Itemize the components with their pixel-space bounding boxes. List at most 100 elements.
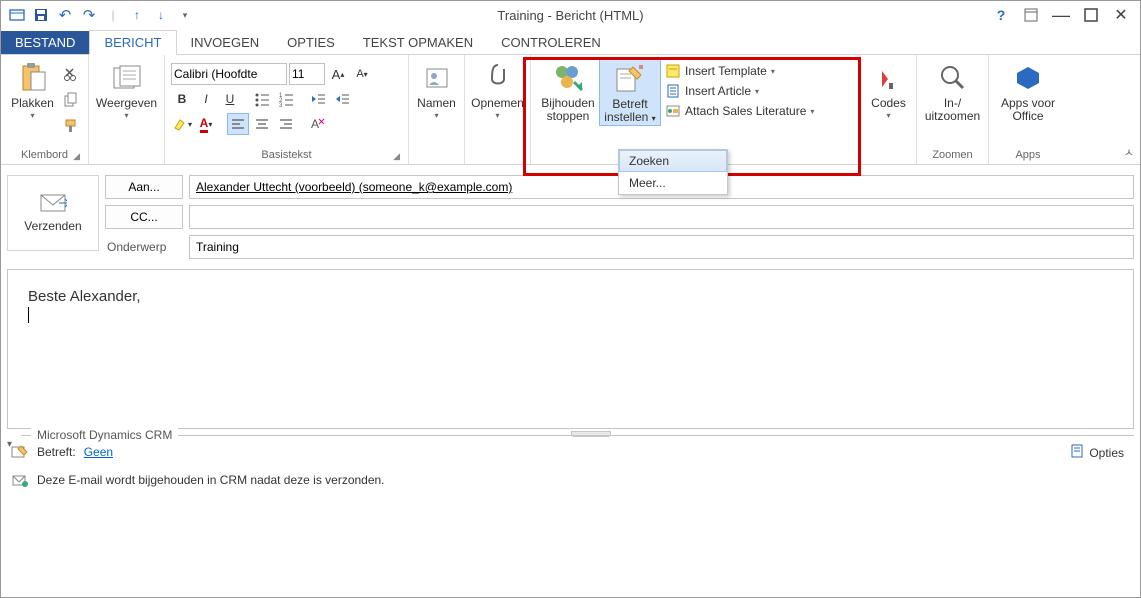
include-label: Opnemen <box>471 97 524 110</box>
codes-button[interactable]: Codes ▾ <box>867 57 910 120</box>
title-bar: ↶ ↷ | ↑ ↓ ▾ Training - Bericht (HTML) ? … <box>1 1 1140 29</box>
crm-options-button[interactable]: Opties <box>1069 443 1124 462</box>
crm-pane: ▾ Microsoft Dynamics CRM Betreft: Geen O… <box>7 435 1134 492</box>
next-item-icon[interactable]: ↓ <box>153 7 169 23</box>
show-button[interactable]: Weergeven ▾ <box>95 57 158 120</box>
window-title: Training - Bericht (HTML) <box>497 8 643 23</box>
to-button[interactable]: Aan... <box>105 175 183 199</box>
subject-field[interactable] <box>189 235 1134 259</box>
insert-article-label: Insert Article <box>685 84 751 98</box>
qat-customize-icon[interactable]: ▾ <box>177 7 193 23</box>
align-right-icon[interactable] <box>275 113 297 135</box>
tracking-status-text: Deze E-mail wordt bijgehouden in CRM nad… <box>37 473 385 487</box>
names-button[interactable]: Namen ▾ <box>415 57 458 120</box>
track-stop-label: Bijhouden stoppen <box>537 97 599 123</box>
group-label-apps: Apps <box>995 147 1061 164</box>
help-icon[interactable]: ? <box>992 6 1010 24</box>
chevron-down-icon[interactable]: ▾ <box>30 111 34 120</box>
align-left-icon[interactable] <box>227 113 249 135</box>
body-line-1: Beste Alexander, <box>28 288 1113 305</box>
tab-review[interactable]: CONTROLEREN <box>487 31 615 54</box>
paste-label: Plakken <box>11 97 54 110</box>
insert-template-button[interactable]: Insert Template ▾ <box>661 61 818 81</box>
names-label: Namen <box>417 97 456 110</box>
pane-collapse-icon[interactable]: ▾ <box>7 439 12 450</box>
apps-button[interactable]: Apps voor Office <box>995 57 1061 123</box>
send-label: Verzenden <box>24 219 81 233</box>
increase-indent-icon[interactable] <box>331 88 353 110</box>
set-regarding-button[interactable]: Betreft instellen ▾ <box>599 57 661 126</box>
number-list-icon[interactable]: 123 <box>275 88 297 110</box>
clear-format-icon[interactable]: A <box>307 113 329 135</box>
dropdown-item-search[interactable]: Zoeken <box>619 150 727 172</box>
redo-icon[interactable]: ↷ <box>81 7 97 23</box>
save-icon[interactable] <box>33 7 49 23</box>
show-label: Weergeven <box>96 97 157 110</box>
group-label-zoom: Zoomen <box>923 147 982 164</box>
include-button[interactable]: Opnemen ▾ <box>471 57 524 120</box>
pane-resize-handle[interactable] <box>571 431 611 437</box>
chevron-down-icon[interactable]: ▾ <box>495 111 499 120</box>
font-family-combo[interactable] <box>171 63 287 85</box>
tab-file[interactable]: BESTAND <box>1 31 89 54</box>
ribbon-collapse-icon[interactable]: ㅅ <box>1124 144 1134 160</box>
text-caret <box>28 307 29 323</box>
codes-label: Codes <box>871 97 906 110</box>
bullet-list-icon[interactable] <box>251 88 273 110</box>
align-center-icon[interactable] <box>251 113 273 135</box>
ribbon: Plakken ▾ Klembord ◢ Weergeven ▾ <box>1 55 1140 165</box>
bold-icon[interactable]: B <box>171 88 193 110</box>
window-menu-icon[interactable] <box>9 7 25 23</box>
track-stop-button[interactable]: Bijhouden stoppen <box>537 57 599 123</box>
options-icon <box>1069 443 1085 462</box>
chevron-down-icon[interactable]: ▾ <box>434 111 438 120</box>
launcher-icon[interactable]: ◢ <box>73 151 80 162</box>
font-color-icon[interactable]: A▾ <box>195 113 217 135</box>
prev-item-icon[interactable]: ↑ <box>129 7 145 23</box>
set-regarding-dropdown: Zoeken Meer... <box>618 149 728 195</box>
shrink-font-icon[interactable]: A▾ <box>351 63 373 85</box>
insert-article-button[interactable]: Insert Article ▾ <box>661 81 818 101</box>
regarding-label: Betreft: <box>37 445 76 459</box>
cc-field[interactable] <box>189 205 1134 229</box>
highlight-icon[interactable]: ▾ <box>171 113 193 135</box>
decrease-indent-icon[interactable] <box>307 88 329 110</box>
chevron-down-icon[interactable]: ▾ <box>124 111 128 120</box>
launcher-icon[interactable]: ◢ <box>393 151 400 162</box>
send-button[interactable]: Verzenden <box>7 175 99 251</box>
ribbon-display-icon[interactable] <box>1022 6 1040 24</box>
article-icon <box>665 83 681 99</box>
cc-button[interactable]: CC... <box>105 205 183 229</box>
tab-format[interactable]: TEKST OPMAKEN <box>349 31 487 54</box>
dropdown-item-more[interactable]: Meer... <box>619 172 727 194</box>
tab-insert[interactable]: INVOEGEN <box>177 31 274 54</box>
copy-icon[interactable] <box>60 89 82 111</box>
crm-pane-title: Microsoft Dynamics CRM <box>31 428 178 442</box>
paste-button[interactable]: Plakken ▾ <box>7 57 58 120</box>
font-size-combo[interactable] <box>289 63 325 85</box>
close-icon[interactable]: ✕ <box>1112 6 1130 24</box>
subject-label: Onderwerp <box>105 240 183 254</box>
minimize-icon[interactable]: — <box>1052 6 1070 24</box>
sales-literature-icon <box>665 103 681 119</box>
regarding-value-link[interactable]: Geen <box>84 445 113 459</box>
underline-icon[interactable]: U <box>219 88 241 110</box>
attach-sales-literature-button[interactable]: Attach Sales Literature ▾ <box>661 101 818 121</box>
compose-header: Verzenden Aan... Alexander Uttecht (voor… <box>1 165 1140 263</box>
to-recipient[interactable]: Alexander Uttecht (voorbeeld) (someone_k… <box>196 180 512 194</box>
grow-font-icon[interactable]: A▴ <box>327 63 349 85</box>
crm-options-label: Opties <box>1089 446 1124 460</box>
zoom-button[interactable]: In-/ uitzoomen <box>923 57 982 123</box>
undo-icon[interactable]: ↶ <box>57 7 73 23</box>
chevron-down-icon[interactable]: ▾ <box>886 111 890 120</box>
maximize-icon[interactable] <box>1082 6 1100 24</box>
apps-label: Apps voor Office <box>995 97 1061 123</box>
tab-options[interactable]: OPTIES <box>273 31 349 54</box>
format-painter-icon[interactable] <box>60 115 82 137</box>
cut-icon[interactable] <box>60 63 82 85</box>
tab-message[interactable]: BERICHT <box>89 30 176 55</box>
svg-text:A: A <box>311 117 319 131</box>
italic-icon[interactable]: I <box>195 88 217 110</box>
group-label-clipboard: Klembord <box>21 149 68 161</box>
mail-body[interactable]: Beste Alexander, <box>7 269 1134 429</box>
